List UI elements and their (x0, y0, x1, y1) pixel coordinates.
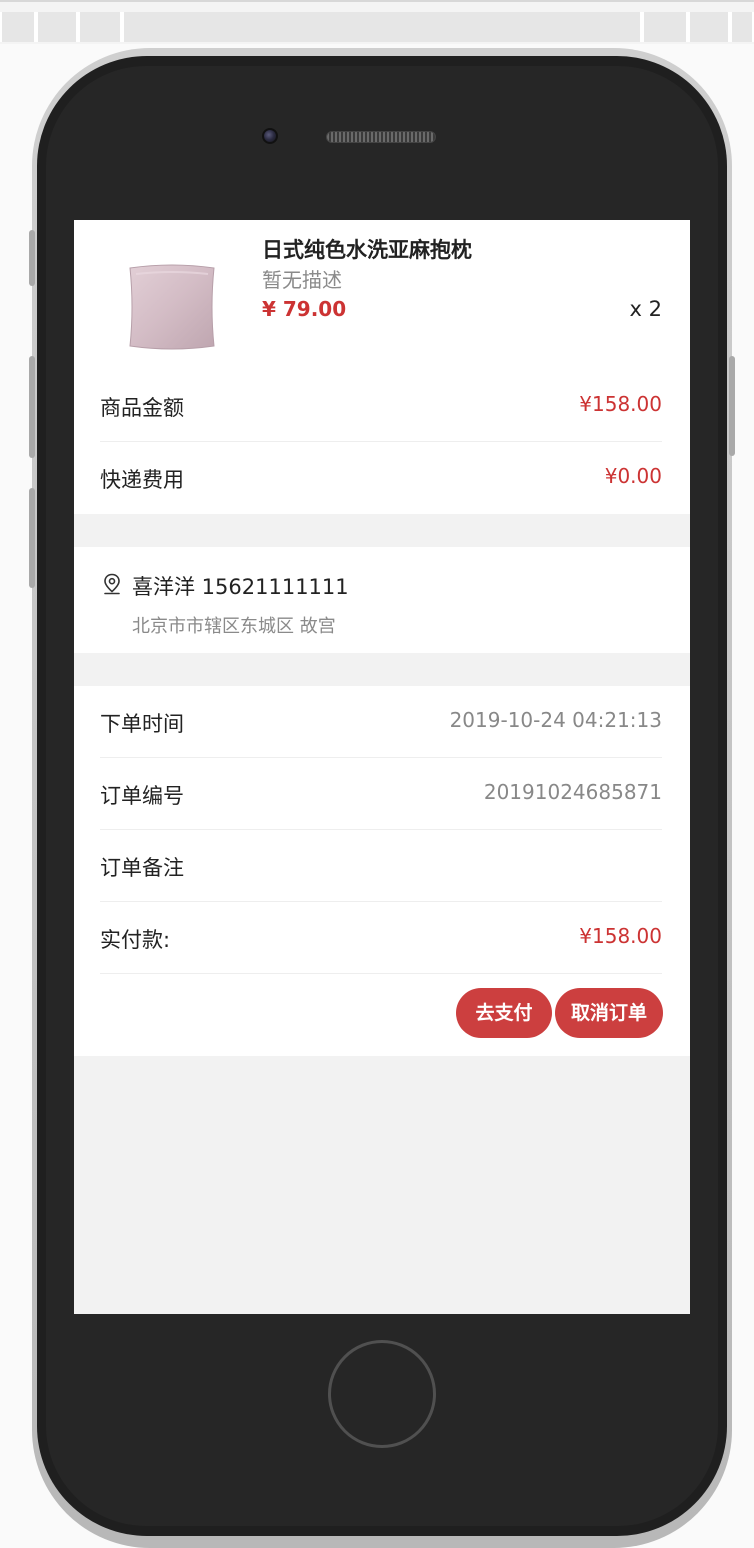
product-description: 暂无描述 (262, 268, 342, 292)
product-quantity: x 2 (629, 297, 662, 321)
paid-amount-value: ¥158.00 (579, 924, 662, 948)
goods-amount-row: 商品金额 ¥158.00 (100, 370, 662, 442)
toolbar-cell (36, 12, 78, 42)
toolbar-cell (730, 12, 754, 42)
order-remark-label: 订单备注 (100, 856, 184, 880)
shipping-address[interactable]: 喜洋洋 15621111111 北京市市辖区东城区 故宫 (74, 547, 690, 653)
volume-down-button (29, 488, 35, 588)
order-number-row: 订单编号 20191024685871 (100, 758, 662, 830)
power-button (729, 356, 735, 456)
section-divider (74, 514, 690, 547)
product-name: 日式纯色水洗亚麻抱枕 (262, 238, 472, 262)
toolbar-cell (78, 12, 122, 42)
earpiece-speaker (326, 131, 436, 143)
order-number-value: 20191024685871 (483, 780, 662, 804)
order-remark-row: 订单备注 (100, 830, 662, 902)
paid-amount-row: 实付款: ¥158.00 (100, 902, 662, 974)
location-pin-icon (104, 573, 120, 595)
order-info: 下单时间 2019-10-24 04:21:13 订单编号 2019102468… (74, 686, 690, 1056)
pay-button[interactable]: 去支付 (456, 988, 552, 1038)
order-time-value: 2019-10-24 04:21:13 (449, 708, 662, 732)
toolbar-cell (122, 12, 642, 42)
product-card[interactable]: 日式纯色水洗亚麻抱枕 暂无描述 ¥ 79.00 x 2 (74, 220, 690, 370)
section-divider (74, 653, 690, 686)
order-detail-screen: 日式纯色水洗亚麻抱枕 暂无描述 ¥ 79.00 x 2 商品金额 ¥158.00… (74, 220, 690, 1314)
order-number-label: 订单编号 (100, 784, 184, 808)
paid-amount-label: 实付款: (100, 928, 171, 952)
recipient-name-phone: 喜洋洋 15621111111 (132, 575, 349, 599)
home-button[interactable] (328, 1340, 436, 1448)
browser-toolbar (0, 0, 754, 44)
order-actions: 去支付 取消订单 (74, 974, 690, 1056)
shipping-fee-label: 快递费用 (100, 468, 184, 492)
goods-amount-value: ¥158.00 (579, 392, 662, 416)
goods-amount-label: 商品金额 (100, 396, 184, 420)
front-camera (262, 128, 278, 144)
order-time-row: 下单时间 2019-10-24 04:21:13 (100, 686, 662, 758)
product-price: ¥ 79.00 (262, 297, 347, 321)
volume-up-button (29, 356, 35, 458)
toolbar-cell (688, 12, 730, 42)
pillow-product-image (129, 264, 215, 350)
shipping-fee-value: ¥0.00 (604, 464, 662, 488)
mute-switch (29, 230, 35, 286)
toolbar-cell (642, 12, 688, 42)
amount-summary: 商品金额 ¥158.00 快递费用 ¥0.00 (74, 370, 690, 514)
order-time-label: 下单时间 (100, 712, 184, 736)
toolbar-cell (0, 12, 36, 42)
address-detail: 北京市市辖区东城区 故宫 (132, 616, 336, 637)
cancel-order-button[interactable]: 取消订单 (555, 988, 663, 1038)
shipping-fee-row: 快递费用 ¥0.00 (100, 442, 662, 514)
